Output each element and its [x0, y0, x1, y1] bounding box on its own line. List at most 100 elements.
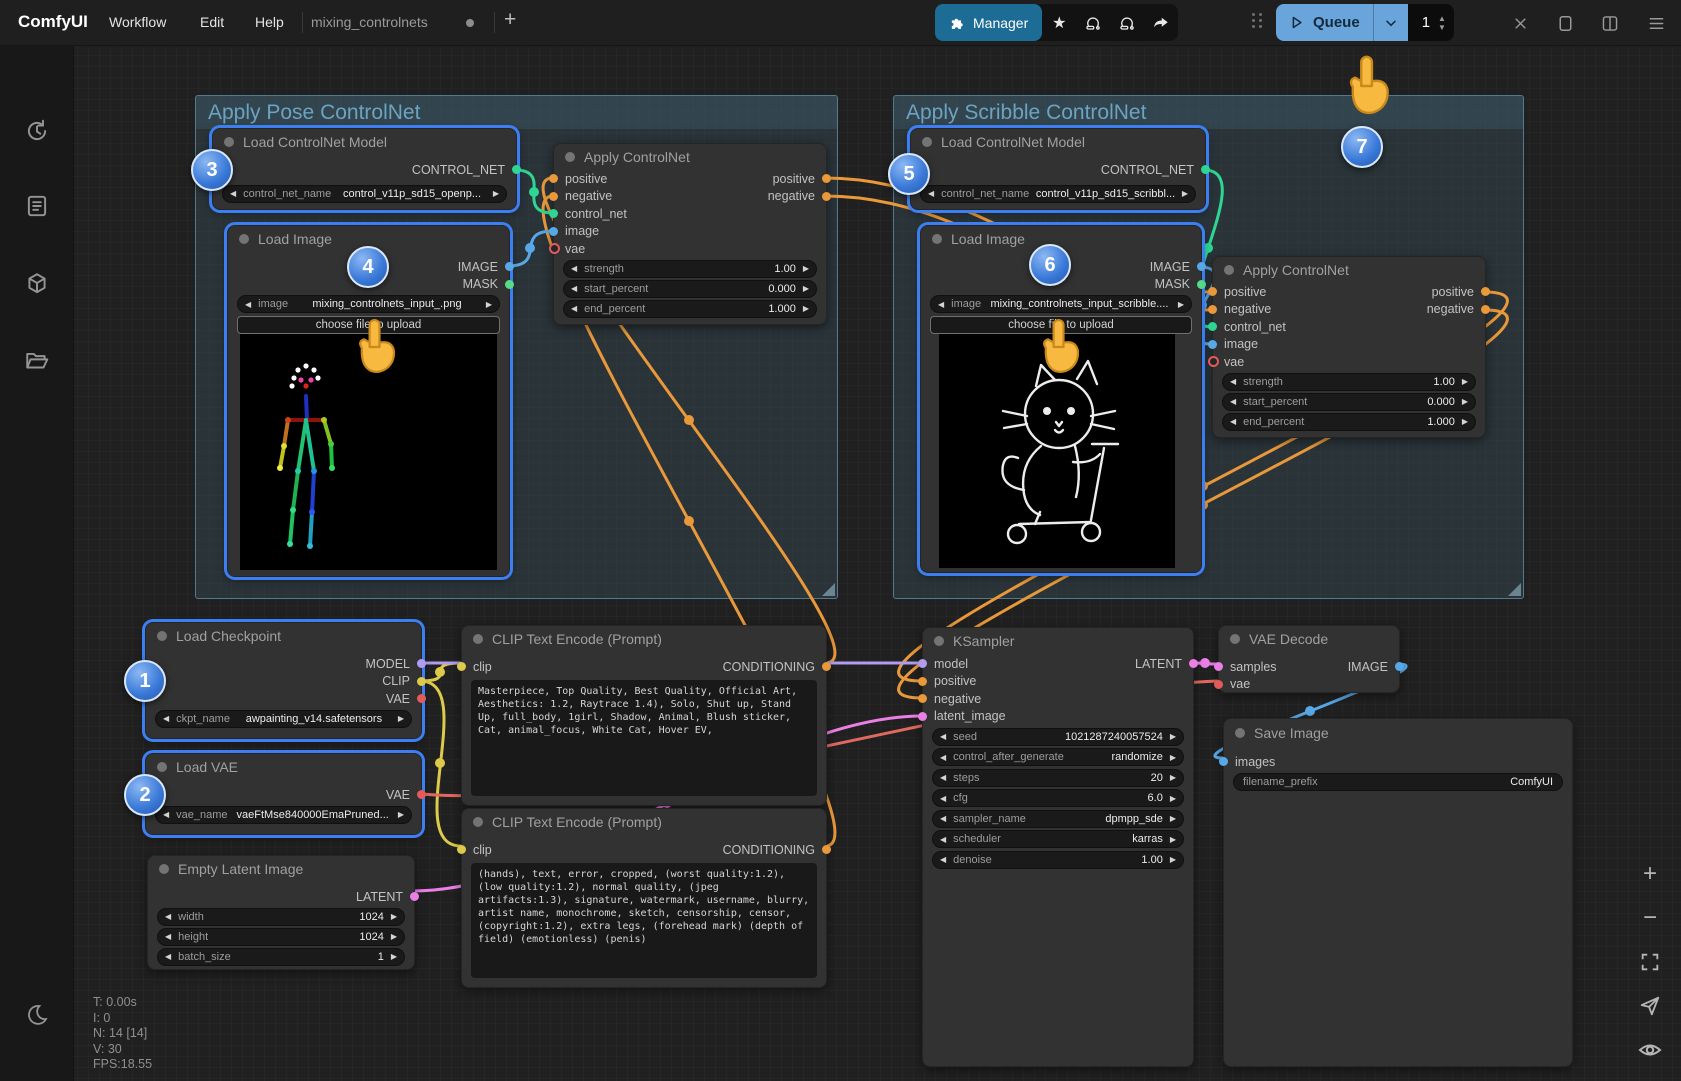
next-arrow-icon[interactable]: ▶	[493, 189, 499, 198]
fit-view-button[interactable]	[1639, 940, 1661, 984]
prev-arrow-icon[interactable]: ◀	[1230, 397, 1236, 406]
input-slot-vae[interactable]	[549, 243, 560, 254]
next-arrow-icon[interactable]: ▶	[391, 952, 397, 961]
output-slot[interactable]	[505, 280, 514, 289]
input-slot[interactable]	[918, 659, 927, 668]
interrupt-button[interactable]	[1508, 11, 1532, 35]
send-button[interactable]	[1639, 984, 1661, 1028]
input-slot[interactable]	[1208, 340, 1217, 349]
steps-widget[interactable]: ◀steps20▶	[932, 769, 1184, 787]
batch-count-stepper[interactable]: ▲▼	[1438, 15, 1446, 31]
prev-arrow-icon[interactable]: ◀	[940, 814, 946, 823]
prev-arrow-icon[interactable]: ◀	[245, 300, 251, 309]
next-arrow-icon[interactable]: ▶	[1178, 300, 1184, 309]
next-arrow-icon[interactable]: ▶	[1170, 794, 1176, 803]
input-slot[interactable]	[457, 845, 466, 854]
next-arrow-icon[interactable]: ▶	[1170, 773, 1176, 782]
prev-arrow-icon[interactable]: ◀	[940, 773, 946, 782]
node-clip-text-encode-positive[interactable]: CLIP Text Encode (Prompt) clipCONDITIONI…	[461, 625, 827, 806]
strength-widget[interactable]: ◀strength1.00▶	[1222, 373, 1476, 391]
clean-all-button[interactable]	[1110, 4, 1144, 41]
output-slot[interactable]	[1189, 659, 1198, 668]
input-slot[interactable]	[1214, 680, 1223, 689]
sampler-name-widget[interactable]: ◀sampler_namedpmpp_sde▶	[932, 810, 1184, 828]
output-slot[interactable]	[1197, 280, 1206, 289]
next-arrow-icon[interactable]: ▶	[1170, 753, 1176, 762]
node-apply-controlnet-scribble[interactable]: Apply ControlNet positivepositive negati…	[1212, 256, 1486, 438]
prev-arrow-icon[interactable]: ◀	[163, 810, 169, 819]
next-arrow-icon[interactable]: ▶	[1170, 835, 1176, 844]
node-vae-decode[interactable]: VAE Decode samplesIMAGE vae	[1218, 625, 1400, 693]
output-slot[interactable]	[1395, 662, 1404, 671]
favorites-button[interactable]: ★	[1042, 4, 1076, 41]
prev-arrow-icon[interactable]: ◀	[165, 952, 171, 961]
output-slot[interactable]	[417, 790, 426, 799]
input-slot[interactable]	[1208, 322, 1217, 331]
prompt-textarea[interactable]: (hands), text, error, cropped, (worst qu…	[471, 863, 817, 978]
menu-help[interactable]: Help	[255, 14, 284, 30]
node-empty-latent-image[interactable]: Empty Latent Image LATENT ◀width1024▶ ◀h…	[147, 855, 415, 970]
end-percent-widget[interactable]: ◀end_percent1.000▶	[1222, 413, 1476, 431]
controlnet-name-widget[interactable]: ◀ control_net_name control_v11p_sd15_ope…	[222, 185, 507, 203]
history-button[interactable]	[24, 118, 50, 144]
prev-arrow-icon[interactable]: ◀	[938, 300, 944, 309]
image-select-widget[interactable]: ◀ image mixing_controlnets_input_.png ▶	[237, 295, 500, 313]
input-slot[interactable]	[1214, 662, 1223, 671]
next-arrow-icon[interactable]: ▶	[486, 300, 492, 309]
toolbar-drag-handle[interactable]	[1252, 13, 1263, 28]
clean-workflow-button[interactable]	[1076, 4, 1110, 41]
prompt-textarea[interactable]: Masterpiece, Top Quality, Best Quality, …	[471, 680, 817, 796]
toggle-visibility-button[interactable]	[1638, 1028, 1662, 1072]
input-slot-vae[interactable]	[1208, 356, 1219, 367]
output-slot[interactable]	[822, 845, 831, 854]
node-load-controlnet-scribble[interactable]: Load ControlNet Model CONTROL_NET ◀ cont…	[910, 128, 1206, 210]
prev-arrow-icon[interactable]: ◀	[928, 189, 934, 198]
prev-arrow-icon[interactable]: ◀	[1230, 377, 1236, 386]
node-apply-controlnet-pose[interactable]: Apply ControlNet positivepositive negati…	[553, 143, 827, 325]
node-clip-text-encode-negative[interactable]: CLIP Text Encode (Prompt) clipCONDITIONI…	[461, 808, 827, 988]
control-after-generate-widget[interactable]: ◀control_after_generaterandomize▶	[932, 748, 1184, 766]
node-graph-canvas[interactable]: Apply Pose ControlNet Apply Scribble Con…	[0, 0, 1681, 1081]
input-slot[interactable]	[457, 662, 466, 671]
output-slot[interactable]	[822, 192, 831, 201]
queue-options-button[interactable]	[1373, 4, 1408, 41]
workflow-tab[interactable]: mixing_controlnets	[311, 14, 428, 30]
image-select-widget[interactable]: ◀ image mixing_controlnets_input_scribbl…	[930, 295, 1192, 313]
manager-button[interactable]: Manager	[935, 4, 1042, 41]
seed-widget[interactable]: ◀seed1021287240057524▶	[932, 728, 1184, 746]
prev-arrow-icon[interactable]: ◀	[165, 932, 171, 941]
strength-widget[interactable]: ◀strength1.00▶	[563, 260, 817, 278]
next-arrow-icon[interactable]: ▶	[1170, 855, 1176, 864]
theme-toggle-button[interactable]	[24, 1002, 50, 1028]
ckpt-name-widget[interactable]: ◀ ckpt_name awpainting_v14.safetensors ▶	[155, 710, 412, 728]
input-slot[interactable]	[1208, 287, 1217, 296]
batch-count-value[interactable]: 1	[1422, 14, 1430, 31]
zoom-out-button[interactable]: −	[1643, 896, 1657, 940]
prev-arrow-icon[interactable]: ◀	[165, 912, 171, 921]
node-save-image[interactable]: Save Image images filename_prefix ComfyU…	[1223, 718, 1573, 1067]
input-slot[interactable]	[549, 192, 558, 201]
output-slot[interactable]	[417, 694, 426, 703]
height-widget[interactable]: ◀height1024▶	[157, 928, 405, 946]
next-arrow-icon[interactable]: ▶	[803, 304, 809, 313]
next-arrow-icon[interactable]: ▶	[1170, 732, 1176, 741]
next-arrow-icon[interactable]: ▶	[1182, 189, 1188, 198]
main-menu-button[interactable]	[1644, 11, 1668, 35]
workflows-button[interactable]	[24, 348, 50, 374]
node-load-checkpoint[interactable]: Load Checkpoint MODEL CLIP VAE ◀ ckpt_na…	[145, 622, 422, 739]
prev-arrow-icon[interactable]: ◀	[940, 794, 946, 803]
group-pose-header[interactable]: Apply Pose ControlNet	[196, 96, 837, 129]
scheduler-widget[interactable]: ◀schedulerkarras▶	[932, 830, 1184, 848]
prev-arrow-icon[interactable]: ◀	[230, 189, 236, 198]
end-percent-widget[interactable]: ◀end_percent1.000▶	[563, 300, 817, 318]
width-widget[interactable]: ◀width1024▶	[157, 908, 405, 926]
input-slot[interactable]	[918, 677, 927, 686]
next-arrow-icon[interactable]: ▶	[398, 810, 404, 819]
next-arrow-icon[interactable]: ▶	[803, 264, 809, 273]
logs-button[interactable]	[24, 193, 50, 219]
group-scribble-header[interactable]: Apply Scribble ControlNet	[894, 96, 1523, 129]
next-arrow-icon[interactable]: ▶	[1462, 417, 1468, 426]
input-slot[interactable]	[549, 227, 558, 236]
maximize-button[interactable]	[1553, 11, 1577, 35]
group-resize-handle[interactable]	[822, 583, 835, 596]
